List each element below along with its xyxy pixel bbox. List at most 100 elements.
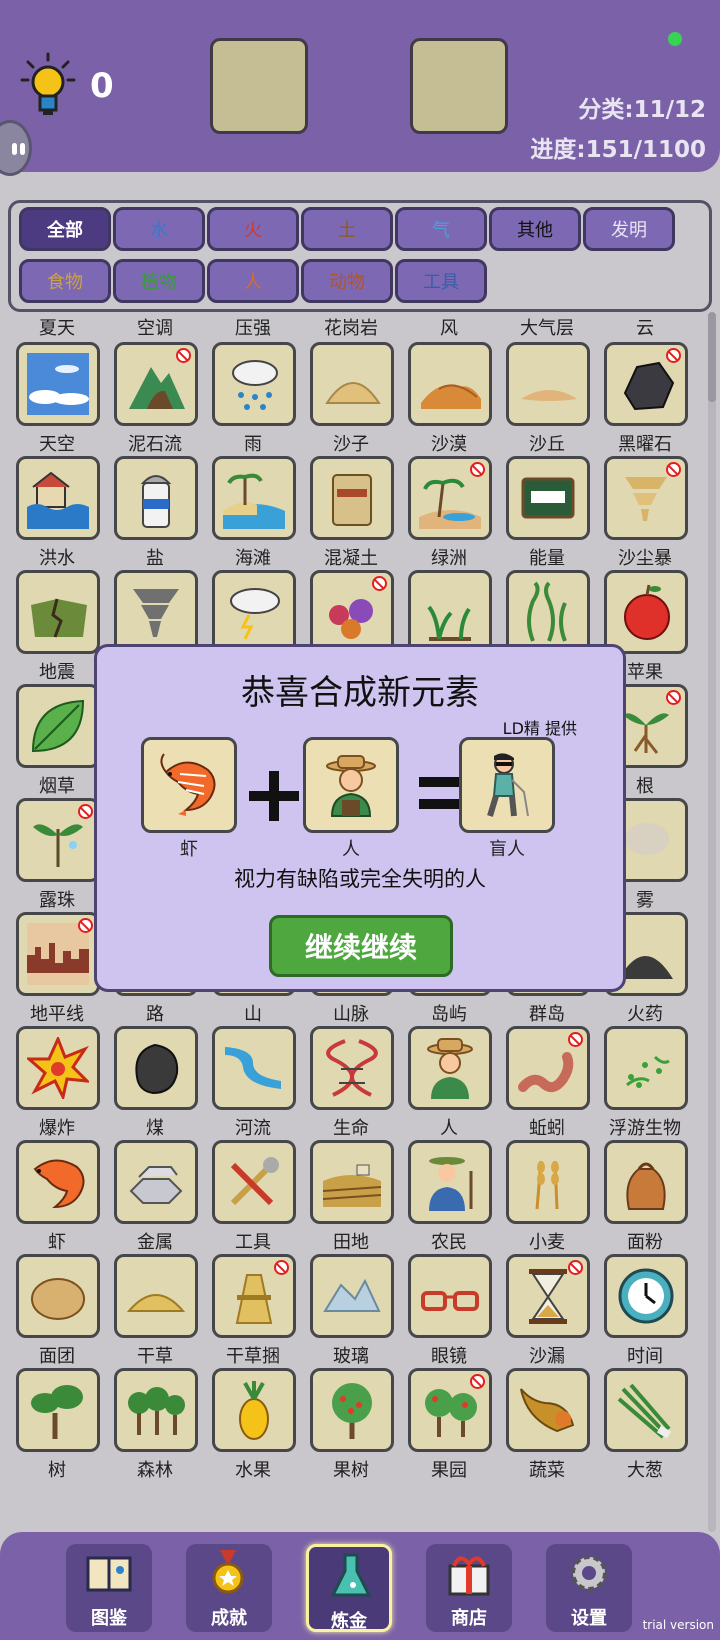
element-cell[interactable]: 能量: [498, 456, 596, 574]
element-tile[interactable]: [604, 1368, 688, 1452]
element-cell[interactable]: 黑曜石: [596, 342, 694, 460]
element-cell[interactable]: 金属: [106, 1140, 204, 1258]
element-tile[interactable]: [114, 1254, 198, 1338]
element-cell[interactable]: 沙漠: [400, 342, 498, 460]
element-tile[interactable]: [506, 1254, 590, 1338]
element-tile[interactable]: [16, 342, 100, 426]
element-tile[interactable]: [604, 1140, 688, 1224]
element-tile[interactable]: [212, 1026, 296, 1110]
element-tile[interactable]: [16, 1254, 100, 1338]
filter-chip[interactable]: 水: [113, 207, 205, 251]
element-cell[interactable]: 绿洲: [400, 456, 498, 574]
element-cell[interactable]: 沙尘暴: [596, 456, 694, 574]
element-cell[interactable]: 盐: [106, 456, 204, 574]
element-tile[interactable]: [408, 1254, 492, 1338]
filter-chip[interactable]: 全部: [19, 207, 111, 251]
element-cell[interactable]: 沙子: [302, 342, 400, 460]
scroll-thumb[interactable]: [708, 312, 716, 402]
element-cell[interactable]: 干草捆: [204, 1254, 302, 1372]
element-tile[interactable]: [604, 1026, 688, 1110]
element-cell[interactable]: 河流: [204, 1026, 302, 1144]
element-tile[interactable]: [604, 570, 688, 654]
element-tile[interactable]: [310, 1026, 394, 1110]
filter-chip[interactable]: 植物: [113, 259, 205, 303]
element-tile[interactable]: [114, 570, 198, 654]
element-cell[interactable]: 生命: [302, 1026, 400, 1144]
element-tile[interactable]: [212, 570, 296, 654]
element-cell[interactable]: 烟草: [8, 684, 106, 802]
nav-button[interactable]: 图鉴: [66, 1544, 152, 1632]
filter-chip[interactable]: 食物: [19, 259, 111, 303]
element-cell[interactable]: 蚯蚓: [498, 1026, 596, 1144]
element-cell[interactable]: 洪水: [8, 456, 106, 574]
element-tile[interactable]: [506, 1026, 590, 1110]
element-cell[interactable]: 眼镜: [400, 1254, 498, 1372]
element-cell[interactable]: 地平线: [8, 912, 106, 1030]
element-tile[interactable]: [506, 1140, 590, 1224]
filter-chip[interactable]: 火: [207, 207, 299, 251]
element-cell[interactable]: 露珠: [8, 798, 106, 916]
element-cell[interactable]: 工具: [204, 1140, 302, 1258]
element-cell[interactable]: 农民: [400, 1140, 498, 1258]
element-tile[interactable]: [506, 1368, 590, 1452]
element-tile[interactable]: [114, 456, 198, 540]
element-cell[interactable]: 小麦: [498, 1140, 596, 1258]
filter-chip[interactable]: 工具: [395, 259, 487, 303]
filter-chip[interactable]: 气: [395, 207, 487, 251]
filter-chip[interactable]: 土: [301, 207, 393, 251]
element-cell[interactable]: 面粉: [596, 1140, 694, 1258]
element-tile[interactable]: [604, 342, 688, 426]
element-cell[interactable]: 果园: [400, 1368, 498, 1486]
element-cell[interactable]: 干草: [106, 1254, 204, 1372]
element-tile[interactable]: [408, 1140, 492, 1224]
element-cell[interactable]: 雨: [204, 342, 302, 460]
element-cell[interactable]: 沙丘: [498, 342, 596, 460]
element-tile[interactable]: [212, 456, 296, 540]
element-tile[interactable]: [16, 798, 100, 882]
element-cell[interactable]: 果树: [302, 1368, 400, 1486]
nav-button[interactable]: 成就: [186, 1544, 272, 1632]
filter-chip[interactable]: 人: [207, 259, 299, 303]
element-cell[interactable]: 蔬菜: [498, 1368, 596, 1486]
element-cell[interactable]: 田地: [302, 1140, 400, 1258]
lightbulb-icon[interactable]: [20, 52, 76, 118]
element-tile[interactable]: [16, 1140, 100, 1224]
element-cell[interactable]: 虾: [8, 1140, 106, 1258]
element-tile[interactable]: [16, 912, 100, 996]
element-cell[interactable]: 地震: [8, 570, 106, 688]
element-tile[interactable]: [212, 342, 296, 426]
element-tile[interactable]: [604, 1254, 688, 1338]
element-tile[interactable]: [408, 456, 492, 540]
element-cell[interactable]: 混凝土: [302, 456, 400, 574]
element-tile[interactable]: [408, 1026, 492, 1110]
element-cell[interactable]: 玻璃: [302, 1254, 400, 1372]
element-tile[interactable]: [16, 570, 100, 654]
element-tile[interactable]: [212, 1140, 296, 1224]
element-tile[interactable]: [408, 342, 492, 426]
element-tile[interactable]: [16, 1368, 100, 1452]
element-tile[interactable]: [114, 1140, 198, 1224]
grid-scrollbar[interactable]: [708, 312, 716, 1532]
element-tile[interactable]: [310, 1368, 394, 1452]
element-cell[interactable]: 时间: [596, 1254, 694, 1372]
combine-slot-right[interactable]: [410, 38, 508, 134]
element-tile[interactable]: [114, 1368, 198, 1452]
element-cell[interactable]: 树: [8, 1368, 106, 1486]
element-tile[interactable]: [16, 456, 100, 540]
element-tile[interactable]: [310, 456, 394, 540]
element-cell[interactable]: 爆炸: [8, 1026, 106, 1144]
element-tile[interactable]: [506, 456, 590, 540]
element-tile[interactable]: [310, 1254, 394, 1338]
element-cell[interactable]: 海滩: [204, 456, 302, 574]
element-tile[interactable]: [16, 1026, 100, 1110]
filter-chip[interactable]: 其他: [489, 207, 581, 251]
nav-button[interactable]: 设置: [546, 1544, 632, 1632]
element-tile[interactable]: [16, 684, 100, 768]
element-tile[interactable]: [114, 342, 198, 426]
element-cell[interactable]: 沙漏: [498, 1254, 596, 1372]
element-tile[interactable]: [310, 1140, 394, 1224]
continue-button[interactable]: 继续继续: [269, 915, 453, 977]
element-tile[interactable]: [506, 342, 590, 426]
element-cell[interactable]: 煤: [106, 1026, 204, 1144]
element-tile[interactable]: [310, 342, 394, 426]
